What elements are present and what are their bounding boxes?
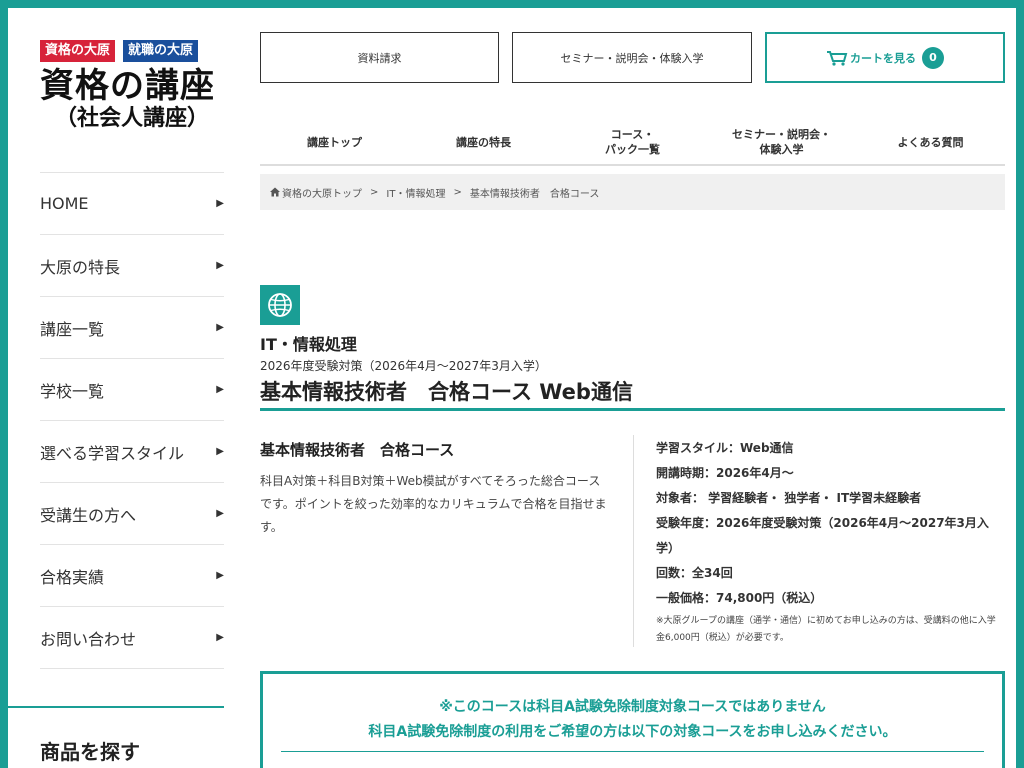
sidebar-item-contact[interactable]: お問い合わせ ▶: [40, 607, 224, 669]
product-search-section: 商品を探す: [8, 706, 224, 765]
sidebar-item-label: お問い合わせ: [40, 629, 137, 649]
brand-badge-shushoku: 就職の大原: [123, 40, 199, 62]
seminar-label: セミナー・説明会・体験入学: [560, 51, 704, 65]
cart-icon: [827, 50, 848, 66]
main-nav-course-features[interactable]: 講座の特長: [409, 120, 558, 164]
sidebar-item-learning-style[interactable]: 選べる学習スタイル ▶: [40, 421, 224, 483]
spec-exam-year: 受験年度：2026年度受験対策（2026年4月～2027年3月入学）: [656, 516, 989, 555]
sidebar-nav: HOME ▶ 大原の特長 ▶ 講座一覧 ▶ 学校一覧 ▶ 選べる学習スタイル ▶ 受講生の…: [40, 172, 224, 669]
main-nav-label: セミナー・説明会・: [732, 128, 831, 141]
brand-title: 資格の講座: [40, 66, 215, 106]
sidebar-item-courses[interactable]: 講座一覧 ▶: [40, 297, 224, 359]
sidebar-item-schools[interactable]: 学校一覧 ▶: [40, 359, 224, 421]
main-nav-label: 講座の特長: [456, 135, 511, 149]
caret-right-icon: ▶: [216, 260, 224, 271]
globe-icon: [268, 293, 292, 317]
sidebar-item-label: HOME: [40, 194, 89, 213]
caret-right-icon: ▶: [216, 446, 224, 457]
category-badge: [260, 285, 300, 325]
breadcrumb-separator: >: [370, 186, 379, 198]
product-search-title: 商品を探す: [40, 740, 140, 764]
title-underline: [260, 408, 1005, 411]
sidebar-item-features[interactable]: 大原の特長 ▶: [40, 235, 224, 297]
sidebar-item-label: 選べる学習スタイル: [40, 443, 185, 463]
main-nav-label-line2: パック一覧: [605, 143, 660, 156]
main-nav-course-list[interactable]: コース・ パック一覧: [558, 120, 707, 164]
spec-learning-style: 学習スタイル：Web通信: [656, 441, 794, 455]
breadcrumb-separator: >: [453, 186, 462, 198]
breadcrumb-home-link[interactable]: 資格の大原トップ: [282, 185, 362, 200]
caret-right-icon: ▶: [216, 570, 224, 581]
sidebar-item-label: 大原の特長: [40, 257, 121, 277]
spec-price: 一般価格：74,800円（税込）: [656, 591, 823, 605]
notice-divider: [281, 751, 984, 752]
breadcrumb-category-link[interactable]: IT・情報処理: [386, 185, 445, 200]
sidebar-item-students[interactable]: 受講生の方へ ▶: [40, 483, 224, 545]
sidebar-item-label: 学校一覧: [40, 381, 105, 401]
sidebar-item-label: 講座一覧: [40, 319, 105, 339]
main-nav-faq[interactable]: よくある質問: [856, 120, 1005, 164]
spec-note: ※大原グループの講座（通学・通信）に初めてお申し込みの方は、受講料の他に入学金6…: [656, 616, 996, 643]
main-nav-seminar[interactable]: セミナー・説明会・ 体験入学: [707, 120, 856, 164]
request-materials-label: 資料請求: [357, 51, 402, 65]
main-nav-label: 講座トップ: [307, 135, 362, 149]
exemption-notice: ※このコースは科目A試験免除制度対象コースではありません 科目A試験免除制度の利…: [260, 671, 1005, 768]
page-title: 基本情報技術者 合格コース Web通信: [260, 380, 633, 404]
main-nav-label: コース・: [610, 128, 655, 141]
caret-right-icon: ▶: [216, 632, 224, 643]
home-icon: [270, 187, 280, 197]
main-nav-label: よくある質問: [897, 135, 964, 149]
course-subtitle: 基本情報技術者 合格コース: [260, 441, 455, 459]
view-cart-label: カートを見る: [850, 51, 916, 65]
main-nav: 講座トップ 講座の特長 コース・パック一覧 セミナー・説明会・ 体験入学 よくある…: [260, 120, 1005, 166]
seminar-button[interactable]: セミナー・説明会・体験入学: [512, 32, 752, 83]
caret-right-icon: ▶: [216, 508, 224, 519]
brand-logo[interactable]: 資格の大原 就職の大原 資格の講座 （社会人講座）: [40, 40, 224, 132]
caret-right-icon: ▶: [216, 384, 224, 395]
course-specs: 学習スタイル：Web通信 開講時期：2026年4月～ 対象者： 学習経験者・ 独…: [656, 436, 1001, 647]
notice-line-2: 科目A試験免除制度の利用をご希望の方は以下の対象コースをお申し込みください。: [368, 724, 897, 740]
notice-line-1: ※このコースは科目A試験免除制度対象コースではありません: [439, 699, 826, 715]
view-cart-button[interactable]: カートを見る 0: [765, 32, 1005, 83]
spec-target: 対象者： 学習経験者・ 独学者・ IT学習未経験者: [656, 491, 922, 505]
request-materials-button[interactable]: 資料請求: [260, 32, 499, 83]
column-divider: [633, 435, 634, 647]
main-nav-course-top[interactable]: 講座トップ: [260, 120, 409, 164]
spec-sessions: 回数：全34回: [656, 566, 733, 580]
breadcrumb-current: 基本情報技術者 合格コース: [469, 188, 600, 200]
spec-start-date: 開講時期：2026年4月～: [656, 466, 794, 480]
sidebar-item-results[interactable]: 合格実績 ▶: [40, 545, 224, 607]
main-nav-label-line2: 体験入学: [759, 143, 804, 156]
sidebar-item-home[interactable]: HOME ▶: [40, 173, 224, 235]
caret-right-icon: ▶: [216, 198, 224, 209]
course-description: 科目A対策＋科目B対策＋Web模試がすべてそろった総合コースです。ポイントを絞っ…: [260, 474, 607, 534]
breadcrumb: 資格の大原トップ > IT・情報処理 > 基本情報技術者 合格コース: [260, 174, 1005, 210]
cart-count-badge: 0: [922, 46, 944, 69]
category-name: IT・情報処理: [260, 335, 357, 354]
caret-right-icon: ▶: [216, 322, 224, 333]
sidebar-item-label: 受講生の方へ: [40, 505, 137, 525]
sidebar-item-label: 合格実績: [40, 567, 105, 587]
brand-badge-shikaku: 資格の大原: [40, 40, 116, 62]
exam-year: 2026年度受験対策（2026年4月～2027年3月入学）: [260, 359, 547, 373]
brand-subtitle: （社会人講座）: [54, 106, 209, 131]
